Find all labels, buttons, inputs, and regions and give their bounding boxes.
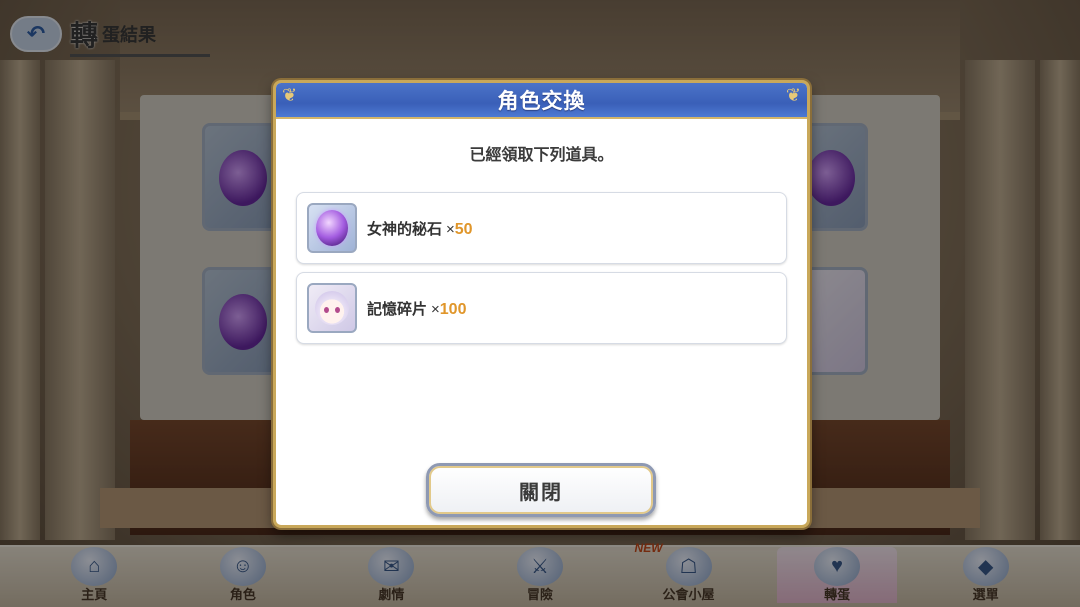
close-button[interactable]: 關閉: [426, 463, 656, 517]
reward-item-name: 記憶碎片: [367, 300, 428, 318]
reward-item-text: 記憶碎片 ×100: [367, 298, 466, 319]
character-face-icon: [315, 291, 349, 325]
gem-icon: [316, 210, 348, 246]
reward-item-quantity: 50: [454, 220, 473, 238]
reward-item-name: 女神的秘石: [367, 220, 443, 238]
reward-item-row: 女神的秘石 ×50: [296, 192, 787, 264]
goddess-stone-icon: [307, 203, 357, 253]
dialog-header: ❦ 角色交換 ❦: [276, 83, 807, 119]
memory-shard-icon: [307, 283, 357, 333]
reward-item-multiplier: ×: [446, 220, 455, 238]
reward-item-row: 記憶碎片 ×100: [296, 272, 787, 344]
ornament-icon: ❦: [785, 85, 801, 105]
reward-item-list: 女神的秘石 ×50 記憶碎片 ×100: [296, 192, 787, 352]
reward-item-text: 女神的秘石 ×50: [367, 218, 473, 239]
reward-dialog: ❦ 角色交換 ❦ 已經領取下列道具。 女神的秘石 ×50 記憶碎片 ×100 關閉: [273, 80, 810, 528]
dialog-message: 已經領取下列道具。: [469, 147, 614, 164]
reward-item-multiplier: ×: [431, 300, 440, 318]
dialog-title: 角色交換: [497, 90, 586, 113]
reward-item-quantity: 100: [439, 300, 467, 318]
close-button-label: 關閉: [519, 481, 563, 504]
ornament-icon: ❦: [282, 85, 298, 105]
